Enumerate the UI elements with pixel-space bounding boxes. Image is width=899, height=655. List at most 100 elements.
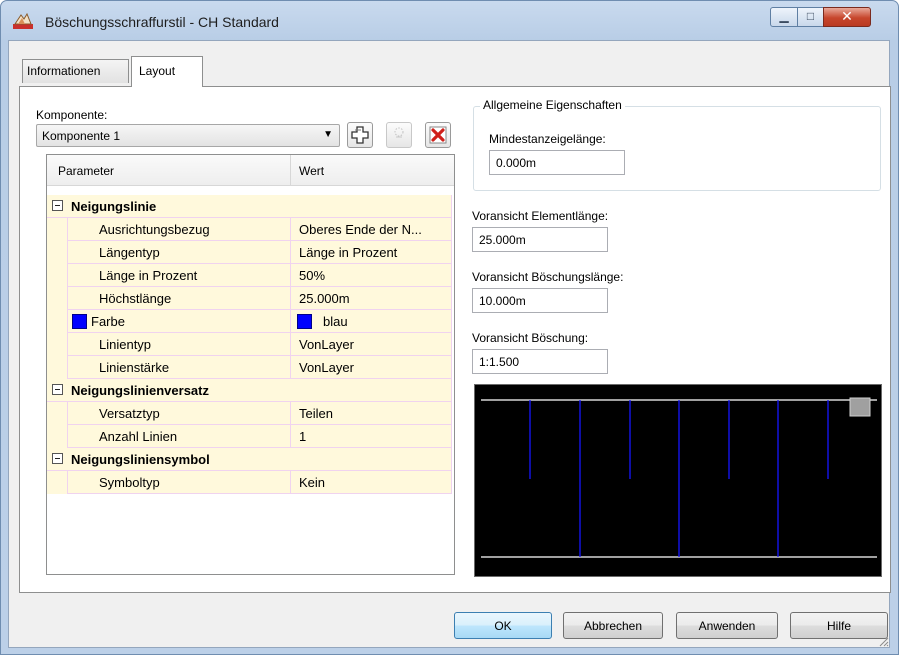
param-cell: Linientyp [47,333,291,356]
row-gutter [47,356,68,379]
civil-app-icon [13,12,33,29]
preview-slope-length-label: Voransicht Böschungslänge: [472,270,624,284]
grid-header: Parameter Wert [47,155,454,186]
column-header-wert: Wert [299,164,325,178]
row-gutter [47,333,68,356]
value-cell[interactable]: 25.000m [291,287,452,310]
preview-slope-value: 1:1.500 [479,355,520,369]
chevron-down-icon: ▼ [323,129,333,140]
tab-informationen[interactable]: Informationen [22,59,129,83]
apply-button-label: Anwenden [698,619,756,633]
parameter-grid: Parameter Wert Neigungslinie Ausrichtung… [46,154,455,575]
value-text: 25.000m [299,291,350,306]
grid-row-neigungslinienversatz[interactable]: Neigungslinienversatz [47,379,463,402]
color-swatch-icon [297,314,312,329]
param-cell: Höchstlänge [47,287,291,310]
grid-row-laengentyp[interactable]: Längentyp Länge in Prozent [47,241,463,264]
preview-slope-length-field[interactable]: 10.000m [472,288,608,313]
value-text: VonLayer [299,337,354,352]
grid-row-ausrichtungsbezug[interactable]: Ausrichtungsbezug Oberes Ende der N... [47,218,463,241]
param-cell: Neigungslinienversatz [47,379,291,402]
param-cell: Versatztyp [47,402,291,425]
slope-pattern-preview [474,384,882,577]
general-properties-legend: Allgemeine Eigenschaften [480,98,625,112]
preview-slope-length-value: 10.000m [479,294,526,308]
collapse-icon[interactable] [52,453,63,464]
value-text: Teilen [299,406,333,421]
column-separator[interactable] [290,155,291,186]
value-cell[interactable]: Teilen [291,402,452,425]
param-label: Versatztyp [99,406,160,421]
grid-row-versatztyp[interactable]: Versatztyp Teilen [47,402,463,425]
ok-button[interactable]: OK [454,612,552,639]
delete-icon [429,126,447,144]
value-cell[interactable]: VonLayer [291,333,452,356]
value-text: Länge in Prozent [299,245,398,260]
copy-icon [394,127,404,138]
grid-row-linientyp[interactable]: Linientyp VonLayer [47,333,463,356]
preview-element-length-value: 25.000m [479,233,526,247]
param-cell: Linienstärke [47,356,291,379]
grid-row-laenge-in-prozent[interactable]: Länge in Prozent 50% [47,264,463,287]
value-cell [291,448,452,471]
grid-row-hoechstlaenge[interactable]: Höchstlänge 25.000m [47,287,463,310]
cancel-button[interactable]: Abbrechen [563,612,663,639]
general-properties-group: Allgemeine Eigenschaften Mindestanzeigel… [473,98,881,191]
row-gutter [47,310,68,333]
min-display-length-label: Mindestanzeigelänge: [489,132,606,146]
value-cell [291,379,452,402]
collapse-icon[interactable] [52,200,63,211]
value-text: 1 [299,429,307,444]
param-label: Linienstärke [99,360,170,375]
preview-slope-field[interactable]: 1:1.500 [472,349,608,374]
value-cell[interactable]: Kein [291,471,452,494]
delete-component-button[interactable] [425,122,451,148]
apply-button[interactable]: Anwenden [676,612,778,639]
value-cell[interactable]: 1 [291,425,452,448]
row-gutter [47,425,68,448]
add-component-button[interactable] [347,122,373,148]
param-label: Anzahl Linien [99,429,178,444]
param-cell: Neigungsliniensymbol [47,448,291,471]
help-button[interactable]: Hilfe [790,612,888,639]
preview-canvas [481,397,877,558]
value-cell[interactable]: Oberes Ende der N... [291,218,452,241]
grid-row-symboltyp[interactable]: Symboltyp Kein [47,471,463,494]
value-cell[interactable]: blau [291,310,452,333]
resize-grip-icon[interactable] [877,635,889,647]
value-cell [291,195,452,218]
title-bar[interactable]: Böschungsschraffurstil - CH Standard ▁ □… [1,1,898,41]
value-cell[interactable]: Länge in Prozent [291,241,452,264]
param-label: Linientyp [99,337,152,352]
grid-row-linienstaerke[interactable]: Linienstärke VonLayer [47,356,463,379]
maximize-button[interactable]: □ [797,7,824,27]
tab-layout[interactable]: Layout [131,56,203,87]
param-cell: Anzahl Linien [47,425,291,448]
close-icon: ✕ [841,8,853,24]
param-label: Ausrichtungsbezug [99,222,210,237]
value-cell[interactable]: 50% [291,264,452,287]
param-label: Länge in Prozent [99,268,198,283]
row-gutter [47,287,68,310]
param-cell: Farbe [47,310,291,333]
minimize-button[interactable]: ▁ [770,7,798,27]
preview-element-length-field[interactable]: 25.000m [472,227,608,252]
value-text: Oberes Ende der N... [299,222,422,237]
value-cell[interactable]: VonLayer [291,356,452,379]
value-text: blau [323,314,348,329]
min-display-length-field[interactable]: 0.000m [489,150,625,175]
grid-row-neigungslinie[interactable]: Neigungslinie [47,195,463,218]
tab-label: Informationen [27,64,101,78]
component-select-value: Komponente 1 [42,129,121,143]
component-select[interactable]: Komponente 1 ▼ [36,124,340,147]
grid-row-neigungsliniensymbol[interactable]: Neigungsliniensymbol [47,448,463,471]
component-label: Komponente: [36,108,108,122]
grid-row-anzahl-linien[interactable]: Anzahl Linien 1 [47,425,463,448]
collapse-icon[interactable] [52,384,63,395]
category-label: Neigungslinie [71,199,157,214]
grid-row-farbe[interactable]: Farbe blau [47,310,463,333]
close-button[interactable]: ✕ [823,7,871,27]
preview-resize-handle[interactable] [849,397,871,417]
value-text: 50% [299,268,326,283]
copy-component-button[interactable] [386,122,412,148]
